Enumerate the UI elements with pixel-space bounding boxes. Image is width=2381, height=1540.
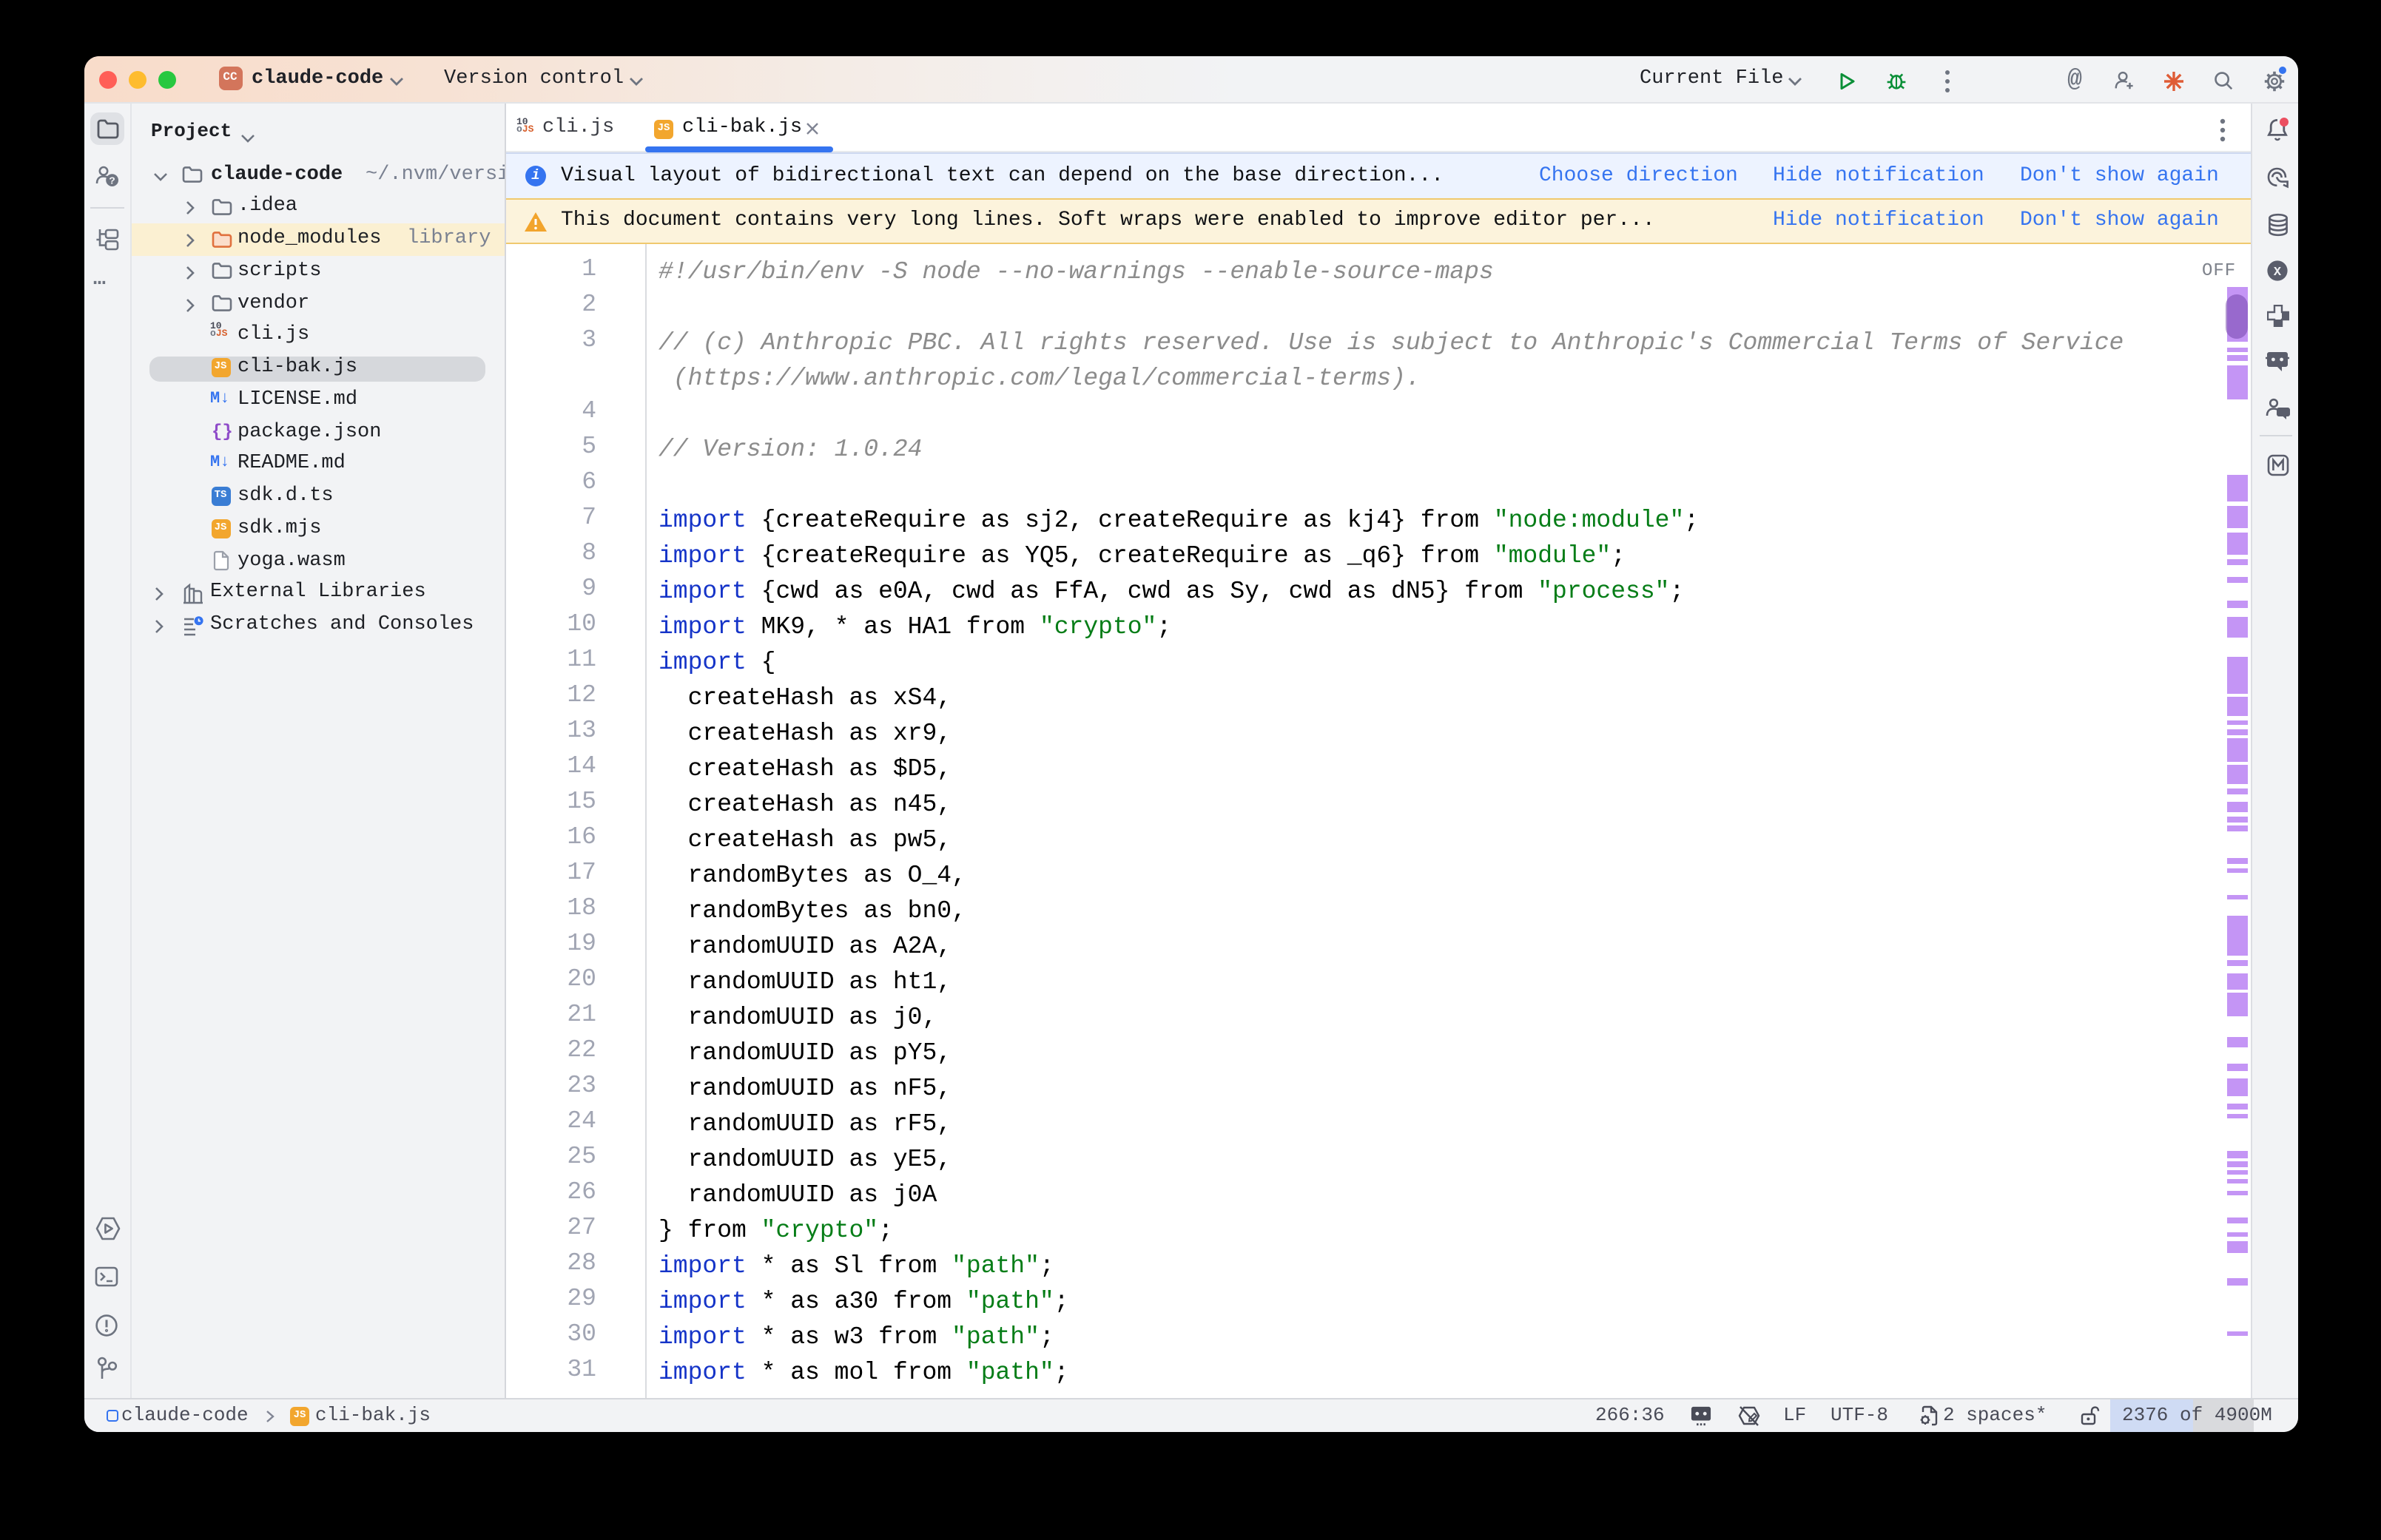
svg-text:?: ? — [109, 175, 115, 187]
svg-text:X: X — [2274, 266, 2282, 280]
